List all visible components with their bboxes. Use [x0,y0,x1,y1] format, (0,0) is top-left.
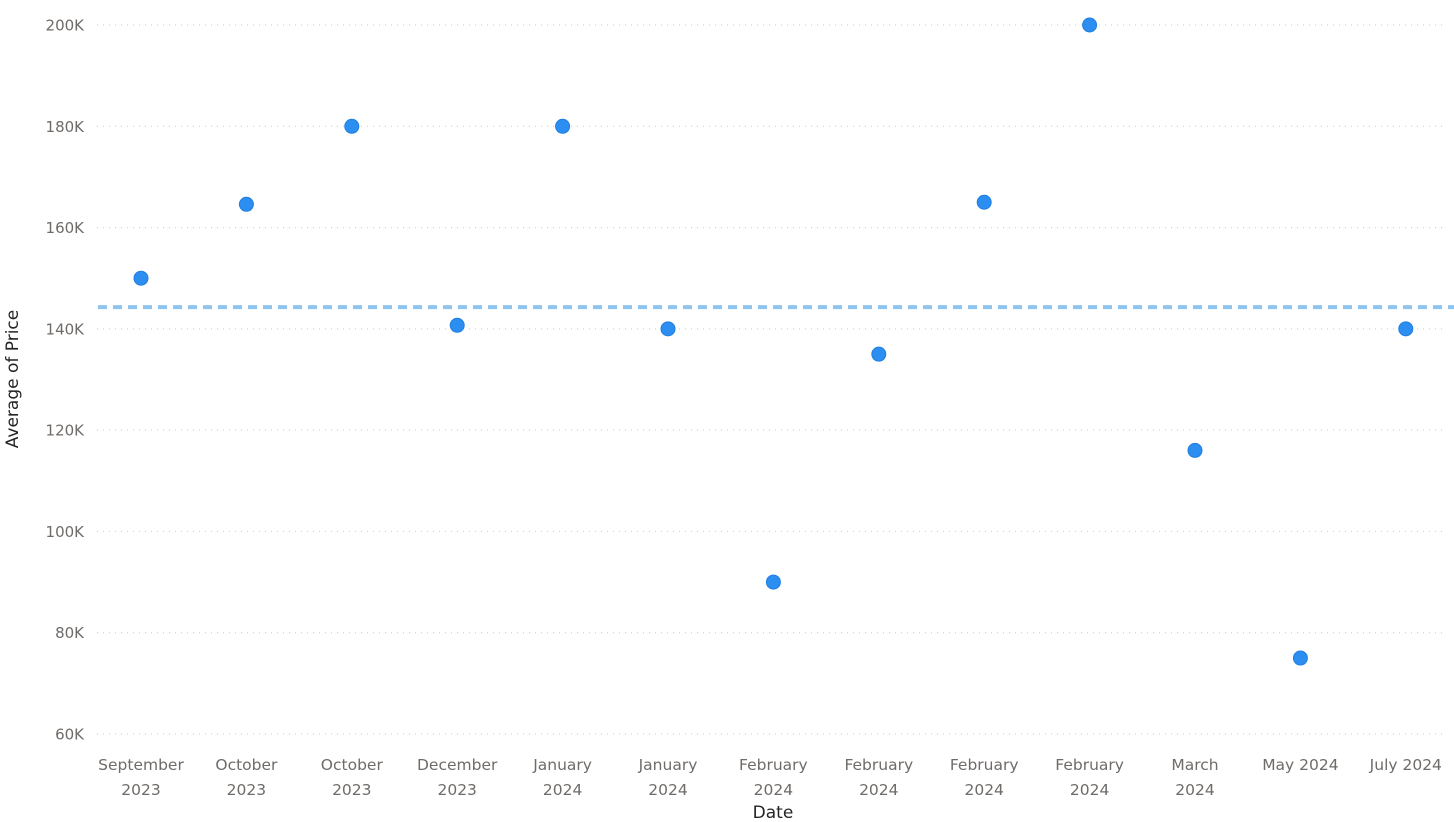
y-tick-label: 100K [46,523,86,541]
x-tick-label: February 2024 [1055,756,1124,799]
data-point[interactable] [976,194,992,210]
y-tick-label: 160K [46,219,86,237]
x-tick-label: October 2023 [321,756,384,799]
data-point[interactable] [449,317,465,333]
gridlines [97,24,1446,735]
data-points [133,17,1414,666]
data-point[interactable] [660,321,676,337]
x-tick-label: September 2023 [98,756,184,799]
x-tick-label: February 2024 [844,756,913,799]
x-tick-label: October 2023 [215,756,278,799]
x-tick-label: February 2024 [950,756,1019,799]
data-point[interactable] [1187,442,1203,458]
x-tick-label: July 2024 [1369,756,1442,774]
y-tick-label: 120K [46,422,86,440]
y-tick-label: 200K [46,17,86,35]
y-tick-label: 80K [55,624,85,642]
y-axis-ticks: 60K 80K 100K 120K 140K 160K 180K 200K [46,17,86,744]
x-tick-label: January 2024 [638,756,698,799]
x-tick-label: January 2024 [532,756,592,799]
data-point[interactable] [765,574,781,590]
x-tick-label: March 2024 [1171,756,1218,799]
data-point[interactable] [238,196,254,212]
x-axis-title: Date [753,803,794,822]
y-tick-label: 140K [46,320,86,338]
y-tick-label: 180K [46,118,86,136]
x-tick-label: February 2024 [739,756,808,799]
x-tick-label: December 2023 [417,756,498,799]
data-point[interactable] [344,118,360,134]
data-point[interactable] [871,346,887,362]
x-tick-label: May 2024 [1262,756,1338,774]
data-point[interactable] [133,270,149,286]
y-tick-label: 60K [55,726,85,744]
data-point[interactable] [1082,17,1098,33]
data-point[interactable] [555,118,571,134]
scatter-chart: 60K 80K 100K 120K 140K 160K 180K 200K September… [3,17,1454,822]
x-axis-ticks: September 2023 October 2023 October 2023 Decem… [98,756,1442,799]
data-point[interactable] [1398,321,1414,337]
data-point[interactable] [1292,650,1308,666]
y-axis-title: Average of Price [3,310,23,448]
